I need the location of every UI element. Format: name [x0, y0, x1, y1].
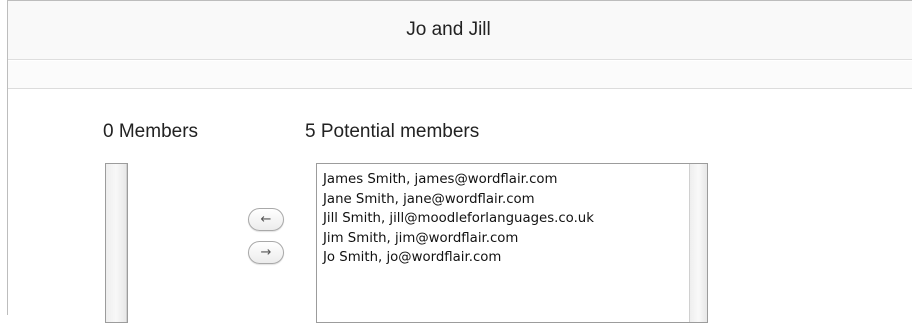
add-member-button[interactable]: ← — [248, 208, 284, 231]
potential-members-heading: 5 Potential members — [305, 121, 480, 142]
members-listbox[interactable] — [105, 163, 128, 323]
divider-band — [8, 61, 912, 89]
right-arrow-icon: → — [260, 245, 272, 260]
group-title: Jo and Jill — [406, 19, 491, 40]
members-scrollbar[interactable] — [106, 164, 127, 322]
potential-member-option[interactable]: Jill Smith, jill@moodleforlanguages.co.u… — [323, 209, 594, 229]
potential-member-option[interactable]: Jane Smith, jane@wordflair.com — [323, 190, 594, 210]
potential-member-option[interactable]: James Smith, james@wordflair.com — [323, 170, 594, 190]
members-heading: 0 Members — [103, 121, 199, 142]
remove-member-button[interactable]: → — [248, 241, 284, 264]
header-bar: Jo and Jill — [8, 1, 912, 60]
potential-members-listbox[interactable]: James Smith, james@wordflair.com Jane Sm… — [316, 163, 708, 323]
potential-member-option[interactable]: Jo Smith, jo@wordflair.com — [323, 248, 594, 268]
potential-members-scrollbar[interactable] — [689, 164, 707, 322]
potential-members-options: James Smith, james@wordflair.com Jane Sm… — [323, 170, 594, 268]
left-arrow-icon: ← — [260, 212, 272, 227]
group-members-panel: Jo and Jill 0 Members 5 Potential member… — [7, 0, 912, 323]
potential-member-option[interactable]: Jim Smith, jim@wordflair.com — [323, 229, 594, 249]
